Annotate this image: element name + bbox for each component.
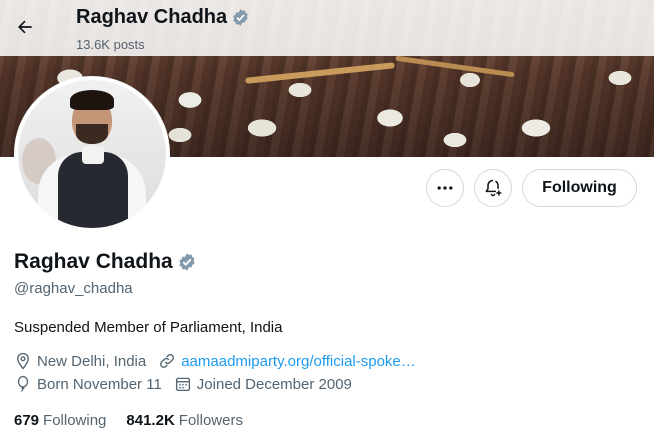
header-title: Raghav Chadha: [76, 6, 250, 29]
followers-count: 841.2K: [126, 412, 175, 429]
profile-handle: @raghav_chadha: [14, 280, 133, 297]
profile-page: Raghav Chadha 13.6K posts Following Ragh…: [0, 0, 654, 440]
follow-stats: 679 Following 841.2K Followers: [14, 412, 243, 429]
verified-badge-icon[interactable]: [177, 252, 197, 272]
profile-name: Raghav Chadha: [14, 250, 197, 274]
banner-detail: [395, 55, 515, 78]
avatar-detail: [82, 146, 104, 164]
location-pin-icon: [14, 352, 32, 370]
website-item[interactable]: aamaadmiparty.org/official-spoke…: [158, 352, 416, 370]
location-item: New Delhi, India: [14, 352, 146, 370]
followers-count-link[interactable]: 841.2K Followers: [126, 412, 243, 429]
calendar-icon: [174, 375, 192, 393]
banner-detail: [245, 62, 395, 84]
avatar-detail: [76, 124, 108, 144]
profile-meta-row: New Delhi, India aamaadmiparty.org/offic…: [14, 352, 428, 370]
joined-text: Joined December 2009: [196, 375, 352, 393]
avatar[interactable]: [14, 76, 170, 232]
avatar-photo: [18, 80, 166, 228]
birthday-text: Born November 11: [37, 375, 162, 393]
more-horizontal-icon: [435, 178, 455, 198]
following-count: 679: [14, 412, 40, 429]
header-name-text: Raghav Chadha: [76, 6, 228, 28]
following-count-link[interactable]: 679 Following: [14, 412, 106, 429]
location-text: New Delhi, India: [37, 352, 147, 370]
bell-plus-icon: [483, 178, 503, 198]
back-button[interactable]: [8, 10, 42, 44]
arrow-left-icon: [15, 17, 35, 37]
profile-name-text: Raghav Chadha: [14, 250, 173, 273]
avatar-detail: [70, 90, 114, 110]
following-button[interactable]: Following: [522, 169, 637, 207]
profile-bio: Suspended Member of Parliament, India: [14, 319, 283, 336]
website-link[interactable]: aamaadmiparty.org/official-spoke…: [181, 353, 416, 370]
balloon-icon: [14, 375, 32, 393]
post-count: 13.6K posts: [76, 37, 145, 52]
birthday-item: Born November 11: [14, 375, 162, 393]
verified-badge-icon: [231, 8, 250, 27]
link-icon: [158, 352, 176, 370]
profile-meta-row: Born November 11 Joined December 2009: [14, 375, 364, 393]
notifications-button[interactable]: [474, 169, 512, 207]
joined-item: Joined December 2009: [174, 375, 352, 393]
followers-label: Followers: [178, 412, 243, 429]
more-options-button[interactable]: [426, 169, 464, 207]
following-label: Following: [43, 412, 107, 429]
profile-header: Raghav Chadha 13.6K posts: [0, 0, 654, 56]
